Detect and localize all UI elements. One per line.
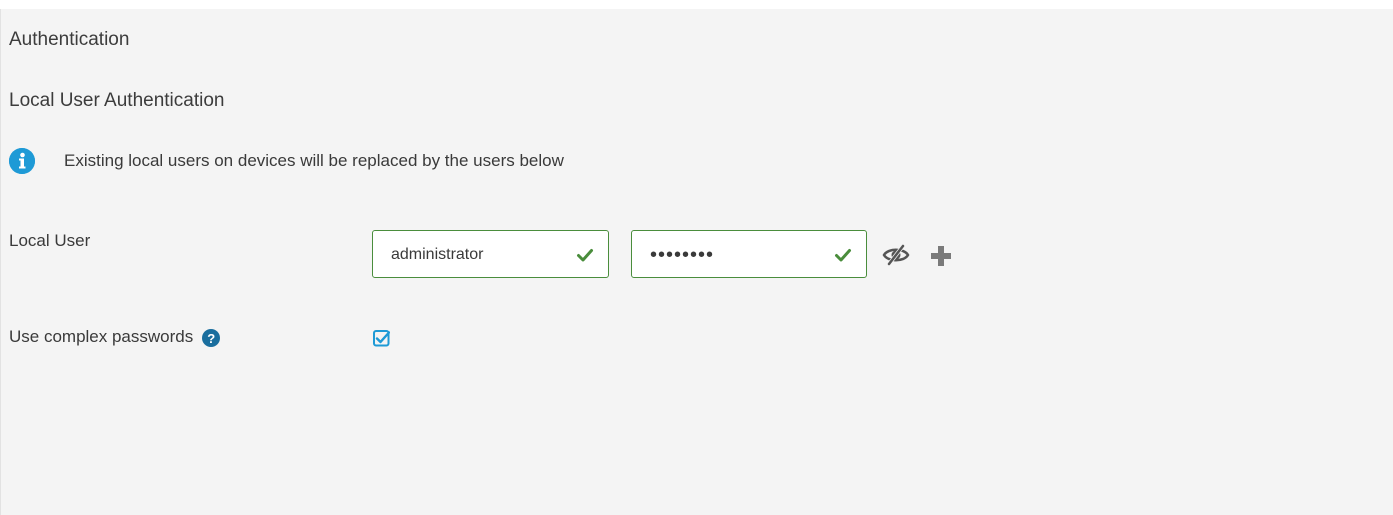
password-field-wrapper	[631, 230, 867, 278]
info-banner: Existing local users on devices will be …	[9, 146, 564, 176]
complex-passwords-label-row: Use complex passwords ?	[9, 326, 221, 347]
plus-icon[interactable]	[930, 245, 952, 267]
username-input[interactable]	[391, 243, 561, 267]
username-field-wrapper	[372, 230, 609, 278]
password-input[interactable]	[650, 243, 820, 267]
checkmark-icon	[835, 249, 851, 262]
question-circle-icon[interactable]: ?	[202, 329, 221, 347]
info-icon	[9, 148, 35, 174]
info-text: Existing local users on devices will be …	[64, 151, 564, 170]
complex-passwords-checkbox[interactable]	[373, 330, 390, 347]
eye-slash-icon[interactable]	[881, 244, 911, 266]
local-user-auth-title: Local User Authentication	[9, 90, 225, 111]
authentication-panel: Authentication Local User Authentication…	[0, 9, 1393, 515]
section-title: Authentication	[9, 29, 130, 50]
local-user-label: Local User	[9, 231, 91, 250]
checkmark-icon	[577, 249, 593, 262]
complex-passwords-label: Use complex passwords	[9, 326, 194, 346]
